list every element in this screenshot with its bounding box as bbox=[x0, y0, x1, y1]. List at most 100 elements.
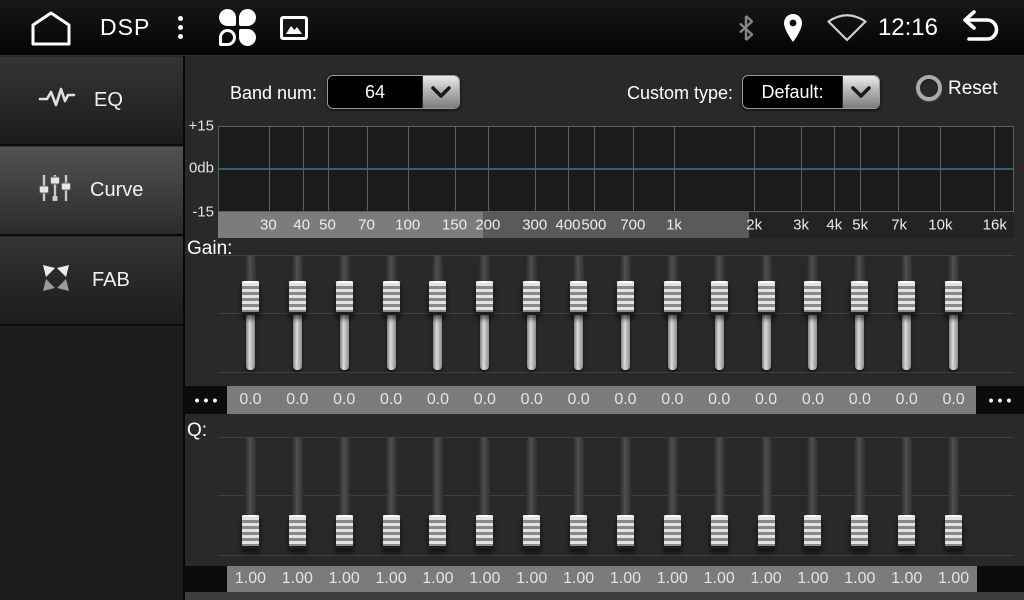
q-slider-slot bbox=[461, 437, 508, 555]
q-slider-4[interactable] bbox=[368, 437, 415, 555]
gain-value-1: 0.0 bbox=[227, 386, 274, 414]
clock: 12:16 bbox=[878, 14, 938, 42]
band-num-select[interactable]: 64 bbox=[327, 75, 460, 109]
home-icon[interactable] bbox=[28, 9, 74, 47]
slider-thumb[interactable] bbox=[428, 281, 447, 315]
slider-thumb[interactable] bbox=[522, 281, 541, 315]
q-slider-11[interactable] bbox=[696, 437, 743, 555]
slider-thumb[interactable] bbox=[897, 515, 916, 549]
slider-track-lower bbox=[808, 313, 817, 370]
q-slider-slot bbox=[649, 437, 696, 555]
slider-thumb[interactable] bbox=[382, 281, 401, 315]
q-slider-2[interactable] bbox=[274, 437, 321, 555]
slider-thumb[interactable] bbox=[803, 281, 822, 315]
gain-slider-2[interactable] bbox=[274, 255, 321, 372]
freq-tick-label: 200 bbox=[475, 217, 500, 234]
custom-type-select[interactable]: Default: bbox=[742, 75, 880, 109]
slider-thumb[interactable] bbox=[616, 281, 635, 315]
slider-thumb[interactable] bbox=[241, 281, 260, 315]
slider-thumb[interactable] bbox=[757, 515, 776, 549]
gain-slider-11[interactable] bbox=[696, 255, 743, 372]
gain-slider-9[interactable] bbox=[602, 255, 649, 372]
slider-thumb[interactable] bbox=[382, 515, 401, 549]
slider-thumb[interactable] bbox=[897, 281, 916, 315]
slider-thumb[interactable] bbox=[944, 281, 963, 315]
slider-thumb[interactable] bbox=[335, 281, 354, 315]
gain-slider-5[interactable] bbox=[415, 255, 462, 372]
location-icon bbox=[782, 13, 804, 43]
gain-slider-7[interactable] bbox=[508, 255, 555, 372]
slider-thumb[interactable] bbox=[944, 515, 963, 549]
q-slider-7[interactable] bbox=[508, 437, 555, 555]
slider-thumb[interactable] bbox=[710, 515, 729, 549]
q-slider-6[interactable] bbox=[461, 437, 508, 555]
slider-thumb[interactable] bbox=[288, 515, 307, 549]
reset-radio-button[interactable] bbox=[916, 75, 942, 101]
q-slider-14[interactable] bbox=[836, 437, 883, 555]
plot-gridline bbox=[328, 127, 329, 211]
plot-gridline bbox=[834, 127, 835, 211]
slider-thumb[interactable] bbox=[569, 515, 588, 549]
slider-track-lower bbox=[246, 313, 255, 370]
sidebar-item-curve[interactable]: Curve bbox=[0, 146, 183, 236]
back-icon[interactable] bbox=[954, 8, 1008, 48]
gain-more-left-button[interactable]: ••• bbox=[185, 386, 227, 414]
q-slider-3[interactable] bbox=[321, 437, 368, 555]
gain-slider-10[interactable] bbox=[649, 255, 696, 372]
freq-tick-label: 3k bbox=[793, 217, 809, 234]
q-slider-15[interactable] bbox=[883, 437, 930, 555]
q-value-strip: 1.001.001.001.001.001.001.001.001.001.00… bbox=[227, 566, 977, 592]
slider-thumb[interactable] bbox=[241, 515, 260, 549]
gain-slider-8[interactable] bbox=[555, 255, 602, 372]
q-slider-13[interactable] bbox=[790, 437, 837, 555]
slider-thumb[interactable] bbox=[663, 515, 682, 549]
q-slider-9[interactable] bbox=[602, 437, 649, 555]
gallery-icon[interactable] bbox=[280, 16, 308, 40]
slider-thumb[interactable] bbox=[710, 281, 729, 315]
overflow-menu-icon[interactable] bbox=[172, 10, 189, 45]
slider-thumb[interactable] bbox=[803, 515, 822, 549]
q-slider-slot bbox=[508, 437, 555, 555]
custom-type-value: Default: bbox=[743, 76, 842, 108]
slider-thumb[interactable] bbox=[475, 515, 494, 549]
sidebar-item-eq[interactable]: EQ bbox=[0, 56, 183, 146]
slider-thumb[interactable] bbox=[850, 515, 869, 549]
gain-slider-16[interactable] bbox=[930, 255, 977, 372]
gain-slider-6[interactable] bbox=[461, 255, 508, 372]
freq-tick-label: 500 bbox=[581, 217, 606, 234]
slider-thumb[interactable] bbox=[428, 515, 447, 549]
q-value-2: 1.00 bbox=[274, 566, 321, 592]
slider-track-lower bbox=[902, 313, 911, 370]
y-axis-tick: 0db bbox=[185, 160, 214, 177]
gain-slider-slot bbox=[415, 255, 462, 372]
gain-slider-4[interactable] bbox=[368, 255, 415, 372]
freq-tick-label: 700 bbox=[620, 217, 645, 234]
apps-clover-icon[interactable] bbox=[219, 9, 256, 46]
sidebar-item-fab[interactable]: FAB bbox=[0, 236, 183, 326]
slider-thumb[interactable] bbox=[850, 281, 869, 315]
q-slider-1[interactable] bbox=[227, 437, 274, 555]
gain-more-right-button[interactable]: ••• bbox=[976, 386, 1024, 414]
gain-slider-3[interactable] bbox=[321, 255, 368, 372]
wifi-icon bbox=[826, 14, 868, 42]
slider-thumb[interactable] bbox=[757, 281, 776, 315]
gain-slider-14[interactable] bbox=[836, 255, 883, 372]
frequency-axis-strip: 304050701001502003004005007001k2k3k4k5k7… bbox=[218, 212, 1014, 238]
gain-slider-1[interactable] bbox=[227, 255, 274, 372]
q-slider-12[interactable] bbox=[743, 437, 790, 555]
q-slider-10[interactable] bbox=[649, 437, 696, 555]
slider-thumb[interactable] bbox=[616, 515, 635, 549]
slider-thumb[interactable] bbox=[663, 281, 682, 315]
gain-slider-15[interactable] bbox=[883, 255, 930, 372]
slider-thumb[interactable] bbox=[288, 281, 307, 315]
slider-thumb[interactable] bbox=[475, 281, 494, 315]
q-slider-16[interactable] bbox=[930, 437, 977, 555]
gain-slider-13[interactable] bbox=[790, 255, 837, 372]
q-slider-8[interactable] bbox=[555, 437, 602, 555]
slider-thumb[interactable] bbox=[522, 515, 541, 549]
gain-slider-slot bbox=[461, 255, 508, 372]
slider-thumb[interactable] bbox=[569, 281, 588, 315]
slider-thumb[interactable] bbox=[335, 515, 354, 549]
q-slider-5[interactable] bbox=[415, 437, 462, 555]
gain-slider-12[interactable] bbox=[743, 255, 790, 372]
